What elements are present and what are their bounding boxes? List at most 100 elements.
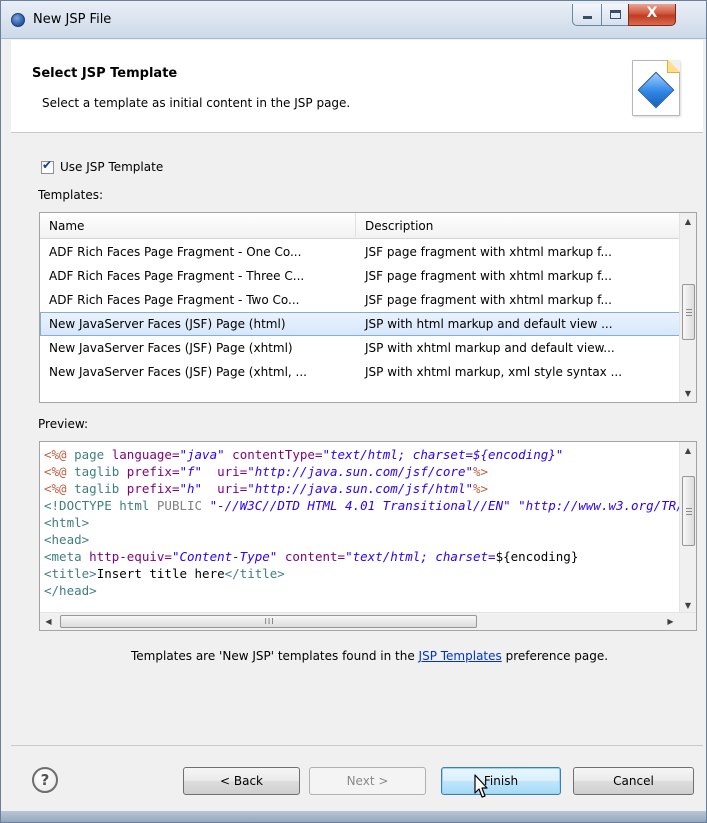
code-token: "http://java.sun.com/jsf/core" — [247, 464, 474, 479]
maximize-icon — [610, 10, 621, 19]
page-title: Select JSP Template — [32, 66, 178, 81]
template-name-cell: ADF Rich Faces Page Fragment - One Co... — [49, 245, 302, 259]
finish-button[interactable]: Finish — [441, 767, 561, 795]
template-name-cell: New JavaServer Faces (JSF) Page (xhtml, … — [49, 365, 307, 379]
code-token: "text/html; charset= — [345, 549, 496, 564]
close-icon: X — [646, 5, 658, 21]
use-jsp-template-checkbox-row[interactable]: ✔ Use JSP Template — [41, 158, 164, 175]
code-token: <%@ — [44, 447, 75, 462]
code-token: </title> — [224, 566, 285, 581]
code-token: %> — [473, 481, 489, 496]
code-token: content= — [284, 549, 346, 564]
table-body: ADF Rich Faces Page Fragment - One Co...… — [40, 240, 680, 384]
column-header-description[interactable]: Description — [356, 213, 680, 239]
scroll-down-arrow-icon[interactable]: ▼ — [680, 385, 696, 402]
use-jsp-template-label: Use JSP Template — [60, 160, 164, 174]
scroll-up-arrow-icon[interactable]: ▲ — [680, 442, 696, 459]
table-row[interactable]: New JavaServer Faces (JSF) Page (xhtml, … — [40, 360, 680, 384]
code-token: "-//W3C//DTD HTML 4.01 Transitional//EN" — [209, 498, 511, 513]
code-line: <html> — [44, 514, 679, 531]
minimize-button[interactable] — [572, 4, 602, 26]
preview-label: Preview: — [38, 417, 89, 431]
code-token: "http://java.sun.com/jsf/html" — [247, 481, 474, 496]
template-name-cell: New JavaServer Faces (JSF) Page (xhtml) — [49, 341, 293, 355]
scroll-up-arrow-icon[interactable]: ▲ — [680, 213, 696, 230]
code-line: <meta http-equiv="Content-Type" content=… — [44, 548, 679, 565]
grip-icon: III — [264, 617, 275, 626]
code-token: contentType= — [232, 447, 323, 462]
code-token: <!DOCTYPE — [44, 498, 120, 513]
template-description-cell: JSF page fragment with xhtml markup f... — [365, 269, 612, 283]
code-token: "f" — [179, 464, 203, 479]
table-row[interactable]: New JavaServer Faces (JSF) Page (html) JS… — [40, 312, 680, 336]
diamond-icon — [637, 71, 675, 109]
code-token: <%@ — [44, 464, 75, 479]
table-row[interactable]: ADF Rich Faces Page Fragment - Three C..… — [40, 264, 680, 288]
template-description-cell: JSF page fragment with xhtml markup f... — [365, 245, 612, 259]
code-token: page — [74, 447, 112, 462]
scrollbar-thumb[interactable] — [682, 476, 695, 546]
code-line: <%@ page language="java" contentType="te… — [44, 446, 679, 463]
cancel-button[interactable]: Cancel — [573, 767, 694, 795]
jsp-file-wizard-icon — [632, 60, 680, 116]
footer-separator — [11, 745, 703, 746]
title-bar[interactable]: New JSP File X — [1, 1, 706, 39]
code-token: "h" — [179, 481, 203, 496]
code-token: PUBLIC — [156, 498, 210, 513]
horizontal-scrollbar-thumb[interactable]: III — [60, 615, 477, 628]
template-name-cell: New JavaServer Faces (JSF) Page (html) — [49, 317, 286, 331]
code-token: </head> — [44, 583, 97, 598]
preview-pane[interactable]: <%@ page language="java" contentType="te… — [39, 441, 697, 631]
template-name-cell: ADF Rich Faces Page Fragment - Two Co... — [49, 293, 300, 307]
use-jsp-template-checkbox[interactable]: ✔ — [41, 158, 54, 174]
template-description-cell: JSF page fragment with xhtml markup f... — [365, 293, 612, 307]
column-header-name[interactable]: Name — [40, 213, 356, 239]
code-line: <%@ taglib prefix="h" uri="http://java.s… — [44, 480, 679, 497]
info-suffix: preference page. — [501, 649, 609, 663]
code-token: %> — [473, 464, 489, 479]
minimize-icon — [583, 16, 592, 19]
preview-code[interactable]: <%@ page language="java" contentType="te… — [40, 446, 679, 612]
back-button[interactable]: < Back — [183, 767, 300, 795]
code-token: Insert title here — [96, 566, 225, 581]
close-button[interactable]: X — [628, 4, 676, 26]
info-prefix: Templates are 'New JSP' templates found … — [131, 649, 419, 663]
templates-table[interactable]: Name Description ADF Rich Faces Page Fra… — [39, 212, 697, 403]
code-line: <%@ taglib prefix="f" uri="http://java.s… — [44, 463, 679, 480]
table-row[interactable]: ADF Rich Faces Page Fragment - One Co...… — [40, 240, 680, 264]
code-line: <head> — [44, 531, 679, 548]
code-token: taglib — [74, 481, 127, 496]
templates-vertical-scrollbar[interactable]: ▲ ▼ — [679, 213, 696, 402]
taskbar-strip — [1, 811, 706, 822]
scroll-left-arrow-icon[interactable]: ◀ — [40, 613, 57, 630]
window-title: New JSP File — [33, 12, 112, 27]
code-line: </head> — [44, 582, 679, 599]
preview-vertical-scrollbar[interactable]: ▲ ▼ — [679, 442, 696, 614]
grip-icon — [686, 508, 692, 515]
template-name-cell: ADF Rich Faces Page Fragment - Three C..… — [49, 269, 305, 283]
grip-icon — [686, 309, 692, 317]
code-token: <title> — [44, 566, 97, 581]
template-description-cell: JSP with xhtml markup, xml style syntax … — [365, 365, 623, 379]
next-button[interactable]: Next > — [309, 767, 426, 795]
code-token: "Content-Type" — [171, 549, 278, 564]
maximize-button[interactable] — [601, 4, 629, 26]
code-token: uri= — [217, 464, 248, 479]
jsp-templates-link[interactable]: JSP Templates — [419, 649, 502, 663]
scrollbar-thumb[interactable] — [682, 284, 695, 341]
table-row[interactable]: New JavaServer Faces (JSF) Page (xhtml) J… — [40, 336, 680, 360]
templates-label: Templates: — [38, 188, 104, 202]
page-fold-icon — [667, 60, 680, 73]
code-token: <meta — [44, 549, 90, 564]
preview-horizontal-scrollbar[interactable]: ◀ III ▶ — [40, 612, 696, 630]
scroll-right-arrow-icon[interactable]: ▶ — [662, 613, 679, 630]
code-token: prefix= — [126, 481, 180, 496]
help-icon[interactable]: ? — [32, 767, 58, 793]
template-description-cell: JSP with xhtml markup and default view..… — [365, 341, 615, 355]
code-token: ${encoding} — [495, 549, 579, 564]
table-row[interactable]: ADF Rich Faces Page Fragment - Two Co...… — [40, 288, 680, 312]
code-token: <%@ — [44, 481, 75, 496]
